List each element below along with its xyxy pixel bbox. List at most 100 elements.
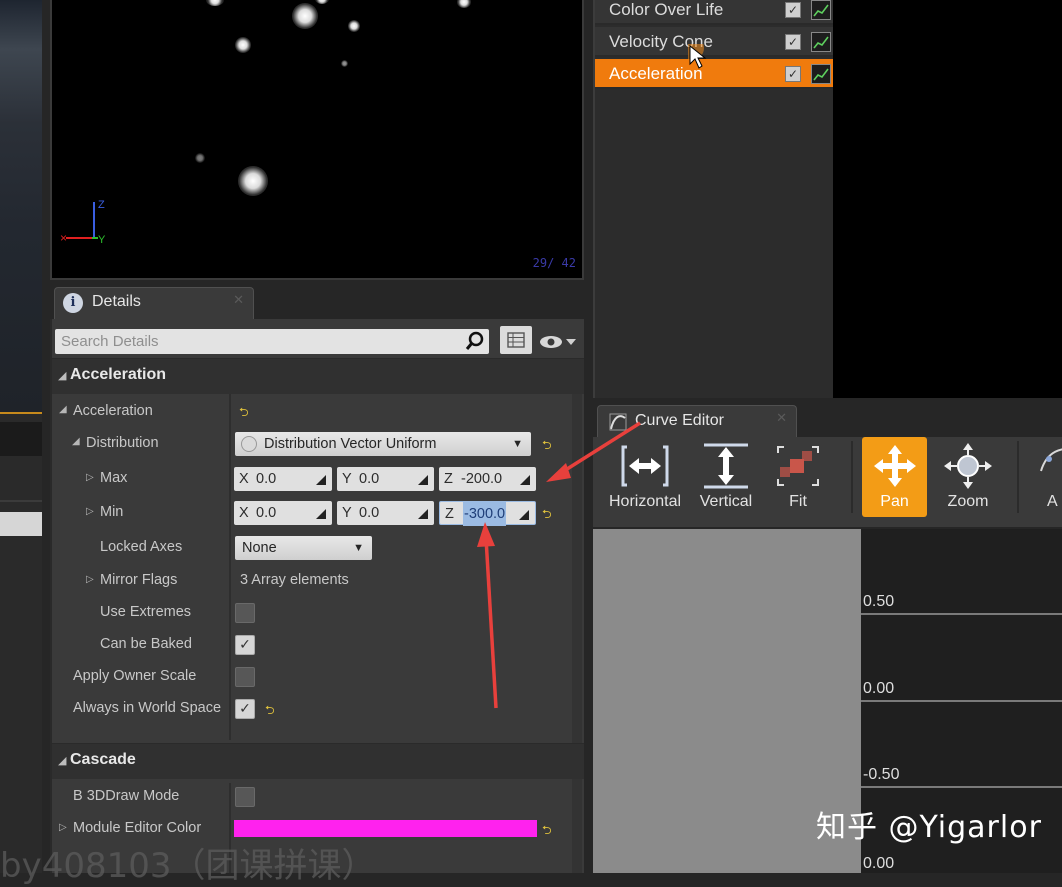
tab-details[interactable]: i Details ✕ xyxy=(54,287,254,319)
category-acceleration[interactable]: ◢ Acceleration xyxy=(52,358,584,394)
details-scrollbar[interactable] xyxy=(572,358,582,873)
spin-drag-icon[interactable] xyxy=(416,471,430,487)
curve-graph-icon[interactable] xyxy=(811,64,831,84)
max-z-field[interactable]: Z -200.0 xyxy=(439,467,536,491)
zoom-label: Zoom xyxy=(947,493,989,510)
distribution-type-dropdown[interactable]: Distribution Vector Uniform ▼ xyxy=(235,432,531,456)
auto-label: A xyxy=(1047,493,1058,510)
chevron-down-icon: ▼ xyxy=(353,542,364,554)
particle xyxy=(341,60,348,67)
curve-graph-icon[interactable] xyxy=(811,0,831,20)
module-row-color-over-life[interactable]: Color Over Life ✓ xyxy=(595,0,835,25)
max-label: Max xyxy=(100,470,128,486)
can-be-baked-label: Can be Baked xyxy=(100,636,192,652)
column-divider[interactable] xyxy=(229,358,231,740)
spin-drag-icon[interactable] xyxy=(517,506,531,522)
spin-drag-icon[interactable] xyxy=(518,471,532,487)
expand-triangle-icon[interactable]: ▷ xyxy=(86,574,94,585)
module-label: Color Over Life xyxy=(609,0,724,19)
reset-to-default-icon[interactable]: ⮌ xyxy=(542,436,552,457)
background-preview xyxy=(0,0,42,412)
horizontal-fit-button[interactable]: Horizontal xyxy=(603,437,687,517)
fit-button[interactable]: Fit xyxy=(765,437,831,517)
close-icon[interactable]: ✕ xyxy=(233,293,244,308)
module-editor-color-label: Module Editor Color xyxy=(73,820,202,836)
reset-to-default-icon[interactable]: ⮌ xyxy=(239,403,249,424)
min-x-field[interactable]: X 0.0 xyxy=(234,501,332,525)
module-enable-checkbox[interactable]: ✓ xyxy=(785,66,801,82)
eye-icon[interactable] xyxy=(538,332,578,352)
collapse-triangle-icon[interactable]: ◢ xyxy=(58,369,66,382)
grid-icon xyxy=(507,332,525,348)
vertical-label: Vertical xyxy=(699,493,753,510)
locked-axes-dropdown[interactable]: None ▼ xyxy=(235,536,372,560)
always-world-space-label: Always in World Space xyxy=(73,700,222,716)
apply-owner-scale-checkbox[interactable] xyxy=(235,667,255,687)
max-x-field[interactable]: X 0.0 xyxy=(234,467,332,491)
category-cascade[interactable]: ◢ Cascade xyxy=(52,743,584,779)
particle-viewport[interactable]: Z Y × 29/ 42 xyxy=(50,0,584,280)
search-input[interactable] xyxy=(55,329,455,354)
use-extremes-checkbox[interactable] xyxy=(235,603,255,623)
grid-label: 0.50 xyxy=(863,593,895,610)
horizontal-fit-icon xyxy=(621,445,669,487)
min-z-field[interactable]: Z -300.0 xyxy=(439,501,536,526)
grid-line xyxy=(861,786,1062,788)
fit-label: Fit xyxy=(789,493,807,510)
reset-to-default-icon[interactable]: ⮌ xyxy=(265,701,275,722)
close-icon[interactable]: ✕ xyxy=(776,411,787,426)
expand-triangle-icon[interactable]: ▷ xyxy=(86,472,94,483)
tab-curve-editor[interactable]: Curve Editor ✕ xyxy=(597,405,797,437)
search-bar[interactable] xyxy=(55,329,489,354)
min-y-field[interactable]: Y 0.0 xyxy=(337,501,434,525)
collapse-triangle-icon[interactable]: ◢ xyxy=(72,436,80,447)
grid-label: 0.00 xyxy=(863,855,895,872)
module-row-velocity-cone[interactable]: Velocity Cone ✓ xyxy=(595,27,835,57)
collapse-triangle-icon[interactable]: ◢ xyxy=(59,404,67,415)
can-be-baked-checkbox[interactable]: ✓ xyxy=(235,635,255,655)
particle xyxy=(238,166,268,196)
module-enable-checkbox[interactable]: ✓ xyxy=(785,2,801,18)
always-world-space-checkbox[interactable]: ✓ xyxy=(235,699,255,719)
module-row-acceleration[interactable]: Acceleration ✓ xyxy=(595,59,835,89)
module-editor-color-swatch[interactable] xyxy=(234,820,537,837)
toolbar-divider xyxy=(851,441,853,513)
reset-to-default-icon[interactable]: ⮌ xyxy=(542,821,552,842)
vertical-fit-icon xyxy=(704,443,748,489)
min-x-value: 0.0 xyxy=(256,505,277,521)
search-icon[interactable] xyxy=(465,331,485,351)
min-z-value[interactable]: -300.0 xyxy=(463,502,507,526)
grid-line xyxy=(861,700,1062,702)
vertical-fit-button[interactable]: Vertical xyxy=(689,437,763,517)
particle xyxy=(348,20,360,32)
frame-counter: 29/ 42 xyxy=(532,256,576,270)
left-editor-strip xyxy=(0,0,42,873)
spin-drag-icon[interactable] xyxy=(314,505,328,521)
apply-owner-scale-label: Apply Owner Scale xyxy=(73,668,197,684)
distribution-label: Distribution xyxy=(86,435,159,451)
axis-z-label: Z xyxy=(98,199,105,211)
particle xyxy=(195,153,205,163)
tab-label: Details xyxy=(92,293,141,310)
mirror-flags-label: Mirror Flags xyxy=(100,572,178,588)
expand-triangle-icon[interactable]: ▷ xyxy=(59,822,67,833)
curve-graph-icon[interactable] xyxy=(811,32,831,52)
distribution-value: Distribution Vector Uniform xyxy=(264,436,437,452)
max-y-field[interactable]: Y 0.0 xyxy=(337,467,434,491)
view-options-grid-button[interactable] xyxy=(500,326,532,354)
collapse-triangle-icon[interactable]: ◢ xyxy=(58,754,66,767)
axis-gizmo-icon: Z Y × xyxy=(60,199,106,246)
zoom-button[interactable]: Zoom xyxy=(933,437,1003,517)
spin-drag-icon[interactable] xyxy=(416,505,430,521)
selection-underline xyxy=(0,412,42,414)
spin-drag-icon[interactable] xyxy=(314,471,328,487)
expand-triangle-icon[interactable]: ▷ xyxy=(86,506,94,517)
info-icon: i xyxy=(63,293,83,313)
category-title: Cascade xyxy=(70,751,136,768)
pan-button[interactable]: Pan xyxy=(862,437,927,517)
auto-button[interactable]: A xyxy=(1025,437,1062,517)
module-enable-checkbox[interactable]: ✓ xyxy=(785,34,801,50)
b3d-draw-mode-checkbox[interactable] xyxy=(235,787,255,807)
reset-to-default-icon[interactable]: ⮌ xyxy=(542,505,552,526)
acceleration-label: Acceleration xyxy=(73,403,153,419)
